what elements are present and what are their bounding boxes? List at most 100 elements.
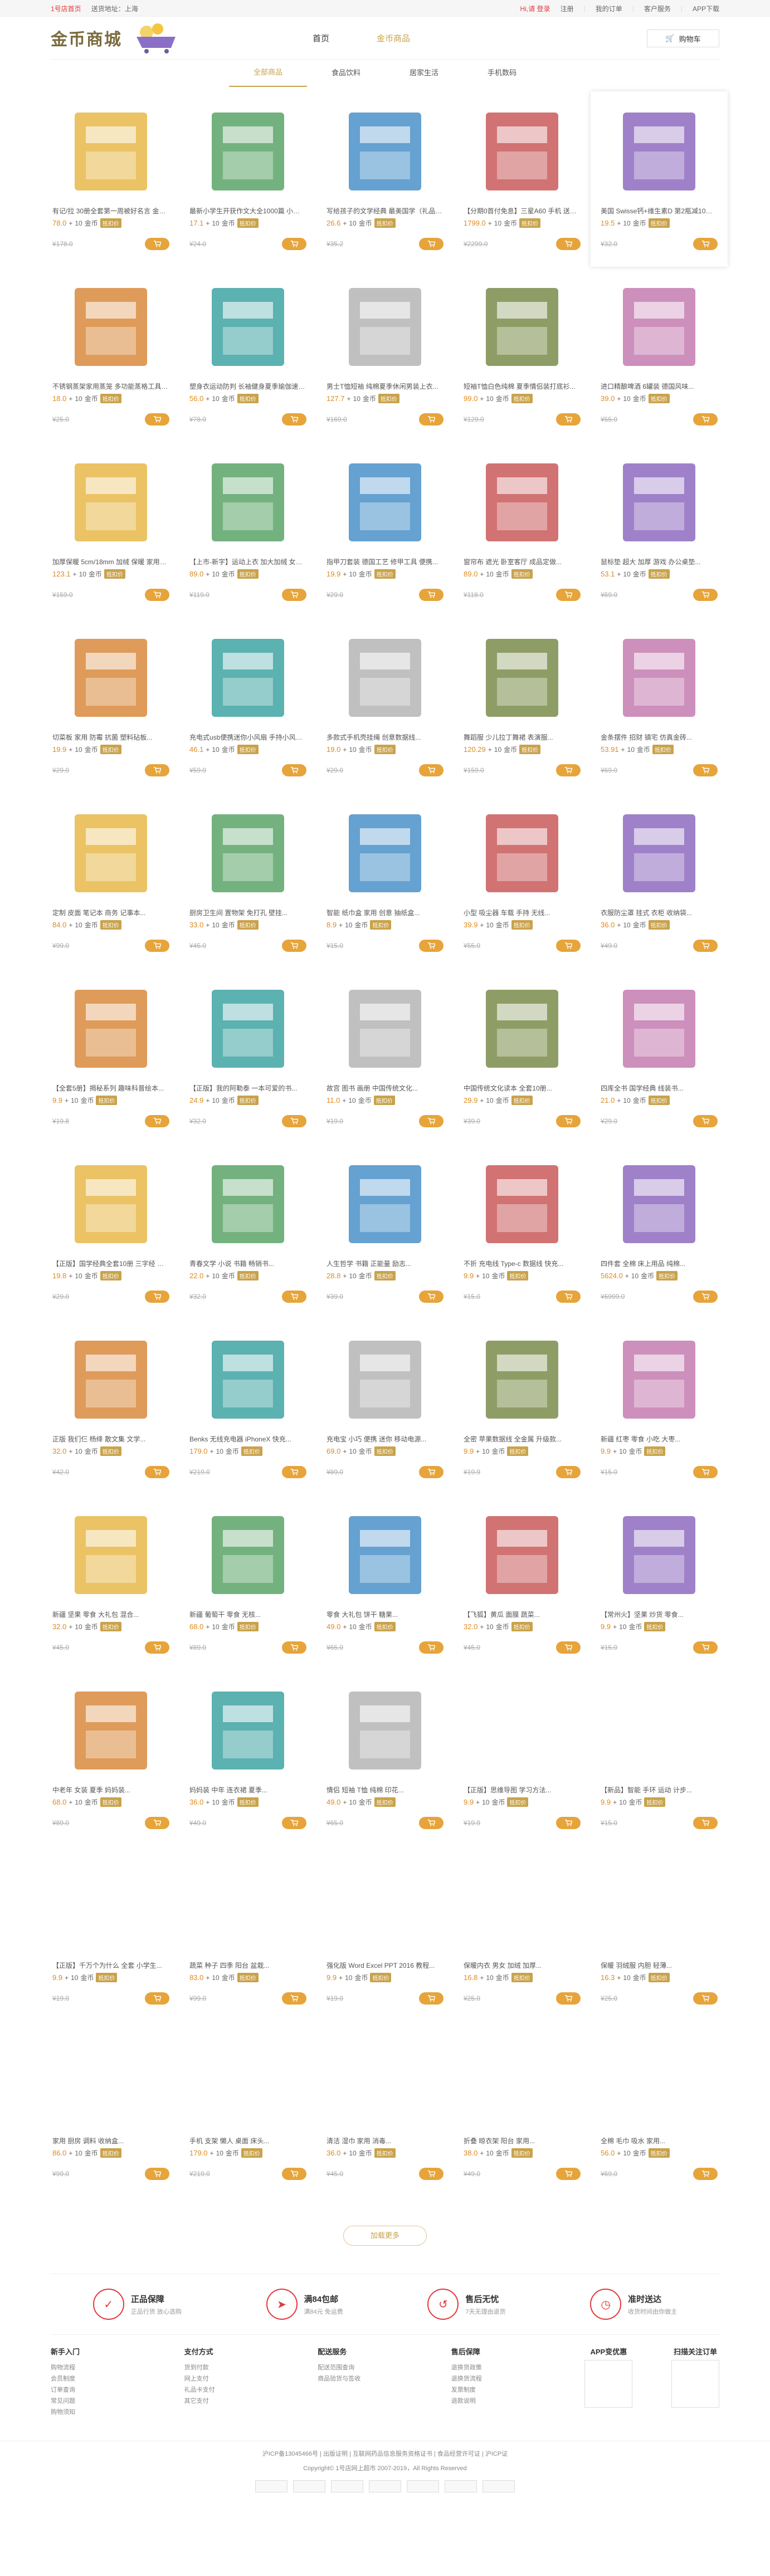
product-title[interactable]: 家用 厨房 调料 收纳盒... <box>52 2136 169 2145</box>
product-image[interactable] <box>472 1856 572 1956</box>
product-title[interactable]: 舞蹈服 少儿拉丁舞裙 表演服... <box>464 732 581 741</box>
product-card[interactable]: 青春文学 小说 书籍 畅销书... 22.0 + 10 金币 抵扣价 ¥32.0 <box>179 1144 316 1319</box>
add-to-cart-button[interactable] <box>693 1466 718 1478</box>
product-image[interactable] <box>609 452 709 553</box>
footer-link[interactable]: 其它支付 <box>184 2396 279 2407</box>
add-to-cart-button[interactable] <box>693 1992 718 2005</box>
footer-link[interactable]: 货到付款 <box>184 2362 279 2373</box>
footer-link[interactable]: 商品验货与签收 <box>318 2373 412 2384</box>
product-image[interactable] <box>198 1856 298 1956</box>
product-card[interactable]: 中老年 女装 夏季 妈妈装... 68.0 + 10 金币 抵扣价 ¥89.0 <box>42 1670 179 1846</box>
product-card[interactable]: 【飞狐】黄瓜 面膜 蔬菜... 32.0 + 10 金币 抵扣价 ¥45.0 <box>454 1495 591 1670</box>
tab-digital[interactable]: 手机数码 <box>463 60 541 86</box>
product-image[interactable] <box>472 1154 572 1254</box>
product-title[interactable]: Benks 无线充电器 iPhoneX 快充... <box>189 1434 306 1443</box>
footer-link[interactable]: 发票制度 <box>451 2384 546 2396</box>
add-to-cart-button[interactable] <box>419 1291 444 1303</box>
product-image[interactable] <box>335 628 435 728</box>
product-image[interactable] <box>198 628 298 728</box>
product-card[interactable]: Benks 无线充电器 iPhoneX 快充... 179.0 + 10 金币 … <box>179 1319 316 1495</box>
product-card[interactable]: 情侣 短袖 T恤 纯棉 印花... 49.0 + 10 金币 抵扣价 ¥65.0 <box>316 1670 454 1846</box>
product-title[interactable]: 新疆 红枣 零食 小吃 大枣... <box>601 1434 718 1443</box>
add-to-cart-button[interactable] <box>556 413 581 426</box>
footer-link[interactable]: 购物流程 <box>51 2362 145 2373</box>
product-image[interactable] <box>335 452 435 553</box>
add-to-cart-button[interactable] <box>282 1466 306 1478</box>
product-title[interactable]: 【正版】思维导图 学习方法... <box>464 1785 581 1794</box>
add-to-cart-button[interactable] <box>419 940 444 952</box>
add-to-cart-button[interactable] <box>693 589 718 601</box>
product-card[interactable]: 写给孩子的文学经典 最美国学（礼品套装）... 26.6 + 10 金币 抵扣价… <box>316 91 454 267</box>
product-image[interactable] <box>198 277 298 377</box>
product-title[interactable]: 【正版】千万个为什么 全套 小学生... <box>52 1961 169 1969</box>
add-to-cart-button[interactable] <box>145 940 169 952</box>
product-card[interactable]: 全棉 毛巾 吸水 家用... 56.0 + 10 金币 抵扣价 ¥69.0 <box>591 2021 728 2197</box>
product-card[interactable]: 切菜板 家用 防霉 抗菌 塑料砧板... 19.9 + 10 金币 抵扣价 ¥2… <box>42 618 179 793</box>
product-title[interactable]: 充电式usb便携迷你小风扇 手持小风扇... <box>189 732 306 741</box>
product-card[interactable]: 新疆 坚果 零食 大礼包 混合... 32.0 + 10 金币 抵扣价 ¥45.… <box>42 1495 179 1670</box>
product-image[interactable] <box>472 1680 572 1781</box>
product-card[interactable]: 【上市-新字】运动上衣 加大加绒 女士... 89.0 + 10 金币 抵扣价 … <box>179 442 316 618</box>
product-image[interactable] <box>335 1680 435 1781</box>
product-image[interactable] <box>61 803 161 903</box>
product-title[interactable]: 四件套 全棉 床上用品 纯棉... <box>601 1259 718 1268</box>
product-card[interactable]: 厨房卫生间 置物架 免打孔 壁挂... 33.0 + 10 金币 抵扣价 ¥45… <box>179 793 316 969</box>
product-card[interactable]: 【分期0首付免息】三星A60 手机 送充电器 全面屏... 1799.0 + 1… <box>454 91 591 267</box>
product-title[interactable]: 多款式手机壳挂绳 创意数据线... <box>326 732 444 741</box>
footer-link[interactable]: 订单查询 <box>51 2384 145 2396</box>
product-card[interactable]: 指甲刀套装 德国工艺 修甲工具 便携... 19.9 + 10 金币 抵扣价 ¥… <box>316 442 454 618</box>
product-image[interactable] <box>198 1680 298 1781</box>
product-title[interactable]: 金条摆件 招财 镇宅 仿真金砖... <box>601 732 718 741</box>
add-to-cart-button[interactable] <box>145 1817 169 1829</box>
product-card[interactable]: 智能 纸巾盒 家用 创意 抽纸盒... 8.9 + 10 金币 抵扣价 ¥15.… <box>316 793 454 969</box>
product-title[interactable]: 有记/拉 30册全套第一周被好名言 金融后类成功的... <box>52 206 169 215</box>
product-title[interactable]: 不锈钢蒸架家用蒸笼 多功能蒸格工具 可折叠... <box>52 382 169 390</box>
product-card[interactable]: 【全套5册】揭秘系列 趣味科普绘本... 9.9 + 10 金币 抵扣价 ¥19… <box>42 969 179 1144</box>
add-to-cart-button[interactable] <box>282 589 306 601</box>
product-image[interactable] <box>335 1856 435 1956</box>
product-image[interactable] <box>335 1154 435 1254</box>
add-to-cart-button[interactable] <box>282 1641 306 1654</box>
footer-link[interactable]: 礼品卡支付 <box>184 2384 279 2396</box>
product-image[interactable] <box>61 1154 161 1254</box>
product-card[interactable]: 舞蹈服 少儿拉丁舞裙 表演服... 120.29 + 10 金币 抵扣价 ¥15… <box>454 618 591 793</box>
load-more-button[interactable]: 加载更多 <box>343 2226 427 2246</box>
add-to-cart-button[interactable] <box>419 589 444 601</box>
add-to-cart-button[interactable] <box>693 1115 718 1127</box>
product-image[interactable] <box>609 1154 709 1254</box>
add-to-cart-button[interactable] <box>282 238 306 250</box>
add-to-cart-button[interactable] <box>282 2168 306 2180</box>
product-title[interactable]: 情侣 短袖 T恤 纯棉 印花... <box>326 1785 444 1794</box>
product-image[interactable] <box>609 277 709 377</box>
product-card[interactable]: 【正版】千万个为什么 全套 小学生... 9.9 + 10 金币 抵扣价 ¥19… <box>42 1846 179 2021</box>
add-to-cart-button[interactable] <box>145 1291 169 1303</box>
product-title[interactable]: 青春文学 小说 书籍 畅销书... <box>189 1259 306 1268</box>
product-card[interactable]: 保暖内衣 男女 加绒 加厚... 16.8 + 10 金币 抵扣价 ¥25.0 <box>454 1846 591 2021</box>
product-title[interactable]: 保暖 羽绒服 内胆 轻薄... <box>601 1961 718 1969</box>
product-card[interactable]: 定制 皮面 笔记本 商务 记事本... 84.0 + 10 金币 抵扣价 ¥99… <box>42 793 179 969</box>
add-to-cart-button[interactable] <box>556 238 581 250</box>
product-image[interactable] <box>335 1329 435 1430</box>
add-to-cart-button[interactable] <box>145 413 169 426</box>
product-image[interactable] <box>472 277 572 377</box>
product-title[interactable]: 【飞狐】黄瓜 面膜 蔬菜... <box>464 1610 581 1619</box>
product-card[interactable]: 中国传统文化读本 全套10册... 29.9 + 10 金币 抵扣价 ¥39.0 <box>454 969 591 1144</box>
product-card[interactable]: 小型 吸尘器 车载 手持 无线... 39.9 + 10 金币 抵扣价 ¥55.… <box>454 793 591 969</box>
product-title[interactable]: 【上市-新字】运动上衣 加大加绒 女士... <box>189 557 306 566</box>
product-title[interactable]: 窗帘布 遮光 卧室客厅 成品定做... <box>464 557 581 566</box>
product-card[interactable]: 全密 苹果数据线 全金属 升级款... 9.9 + 10 金币 抵扣价 ¥19.… <box>454 1319 591 1495</box>
product-card[interactable]: 短袖T恤白色纯棉 夏季情侣装打底衫... 99.0 + 10 金币 抵扣价 ¥1… <box>454 267 591 442</box>
product-title[interactable]: 人生哲学 书籍 正能量 励志... <box>326 1259 444 1268</box>
product-title[interactable]: 中老年 女装 夏季 妈妈装... <box>52 1785 169 1794</box>
product-card[interactable]: 进口精酿啤酒 6罐装 德国风味... 39.0 + 10 金币 抵扣价 ¥55.… <box>591 267 728 442</box>
add-to-cart-button[interactable] <box>282 764 306 776</box>
product-card[interactable]: 不折 充电线 Type-c 数据线 快充... 9.9 + 10 金币 抵扣价 … <box>454 1144 591 1319</box>
product-image[interactable] <box>198 101 298 202</box>
product-image[interactable] <box>61 628 161 728</box>
product-title[interactable]: 切菜板 家用 防霉 抗菌 塑料砧板... <box>52 732 169 741</box>
product-image[interactable] <box>472 101 572 202</box>
product-card[interactable]: 家用 厨房 调料 收纳盒... 86.0 + 10 金币 抵扣价 ¥99.0 <box>42 2021 179 2197</box>
product-image[interactable] <box>198 1329 298 1430</box>
product-title[interactable]: 【常州火】坚果 炒货 零食... <box>601 1610 718 1619</box>
service-menu[interactable]: 客户服务 <box>644 4 671 13</box>
